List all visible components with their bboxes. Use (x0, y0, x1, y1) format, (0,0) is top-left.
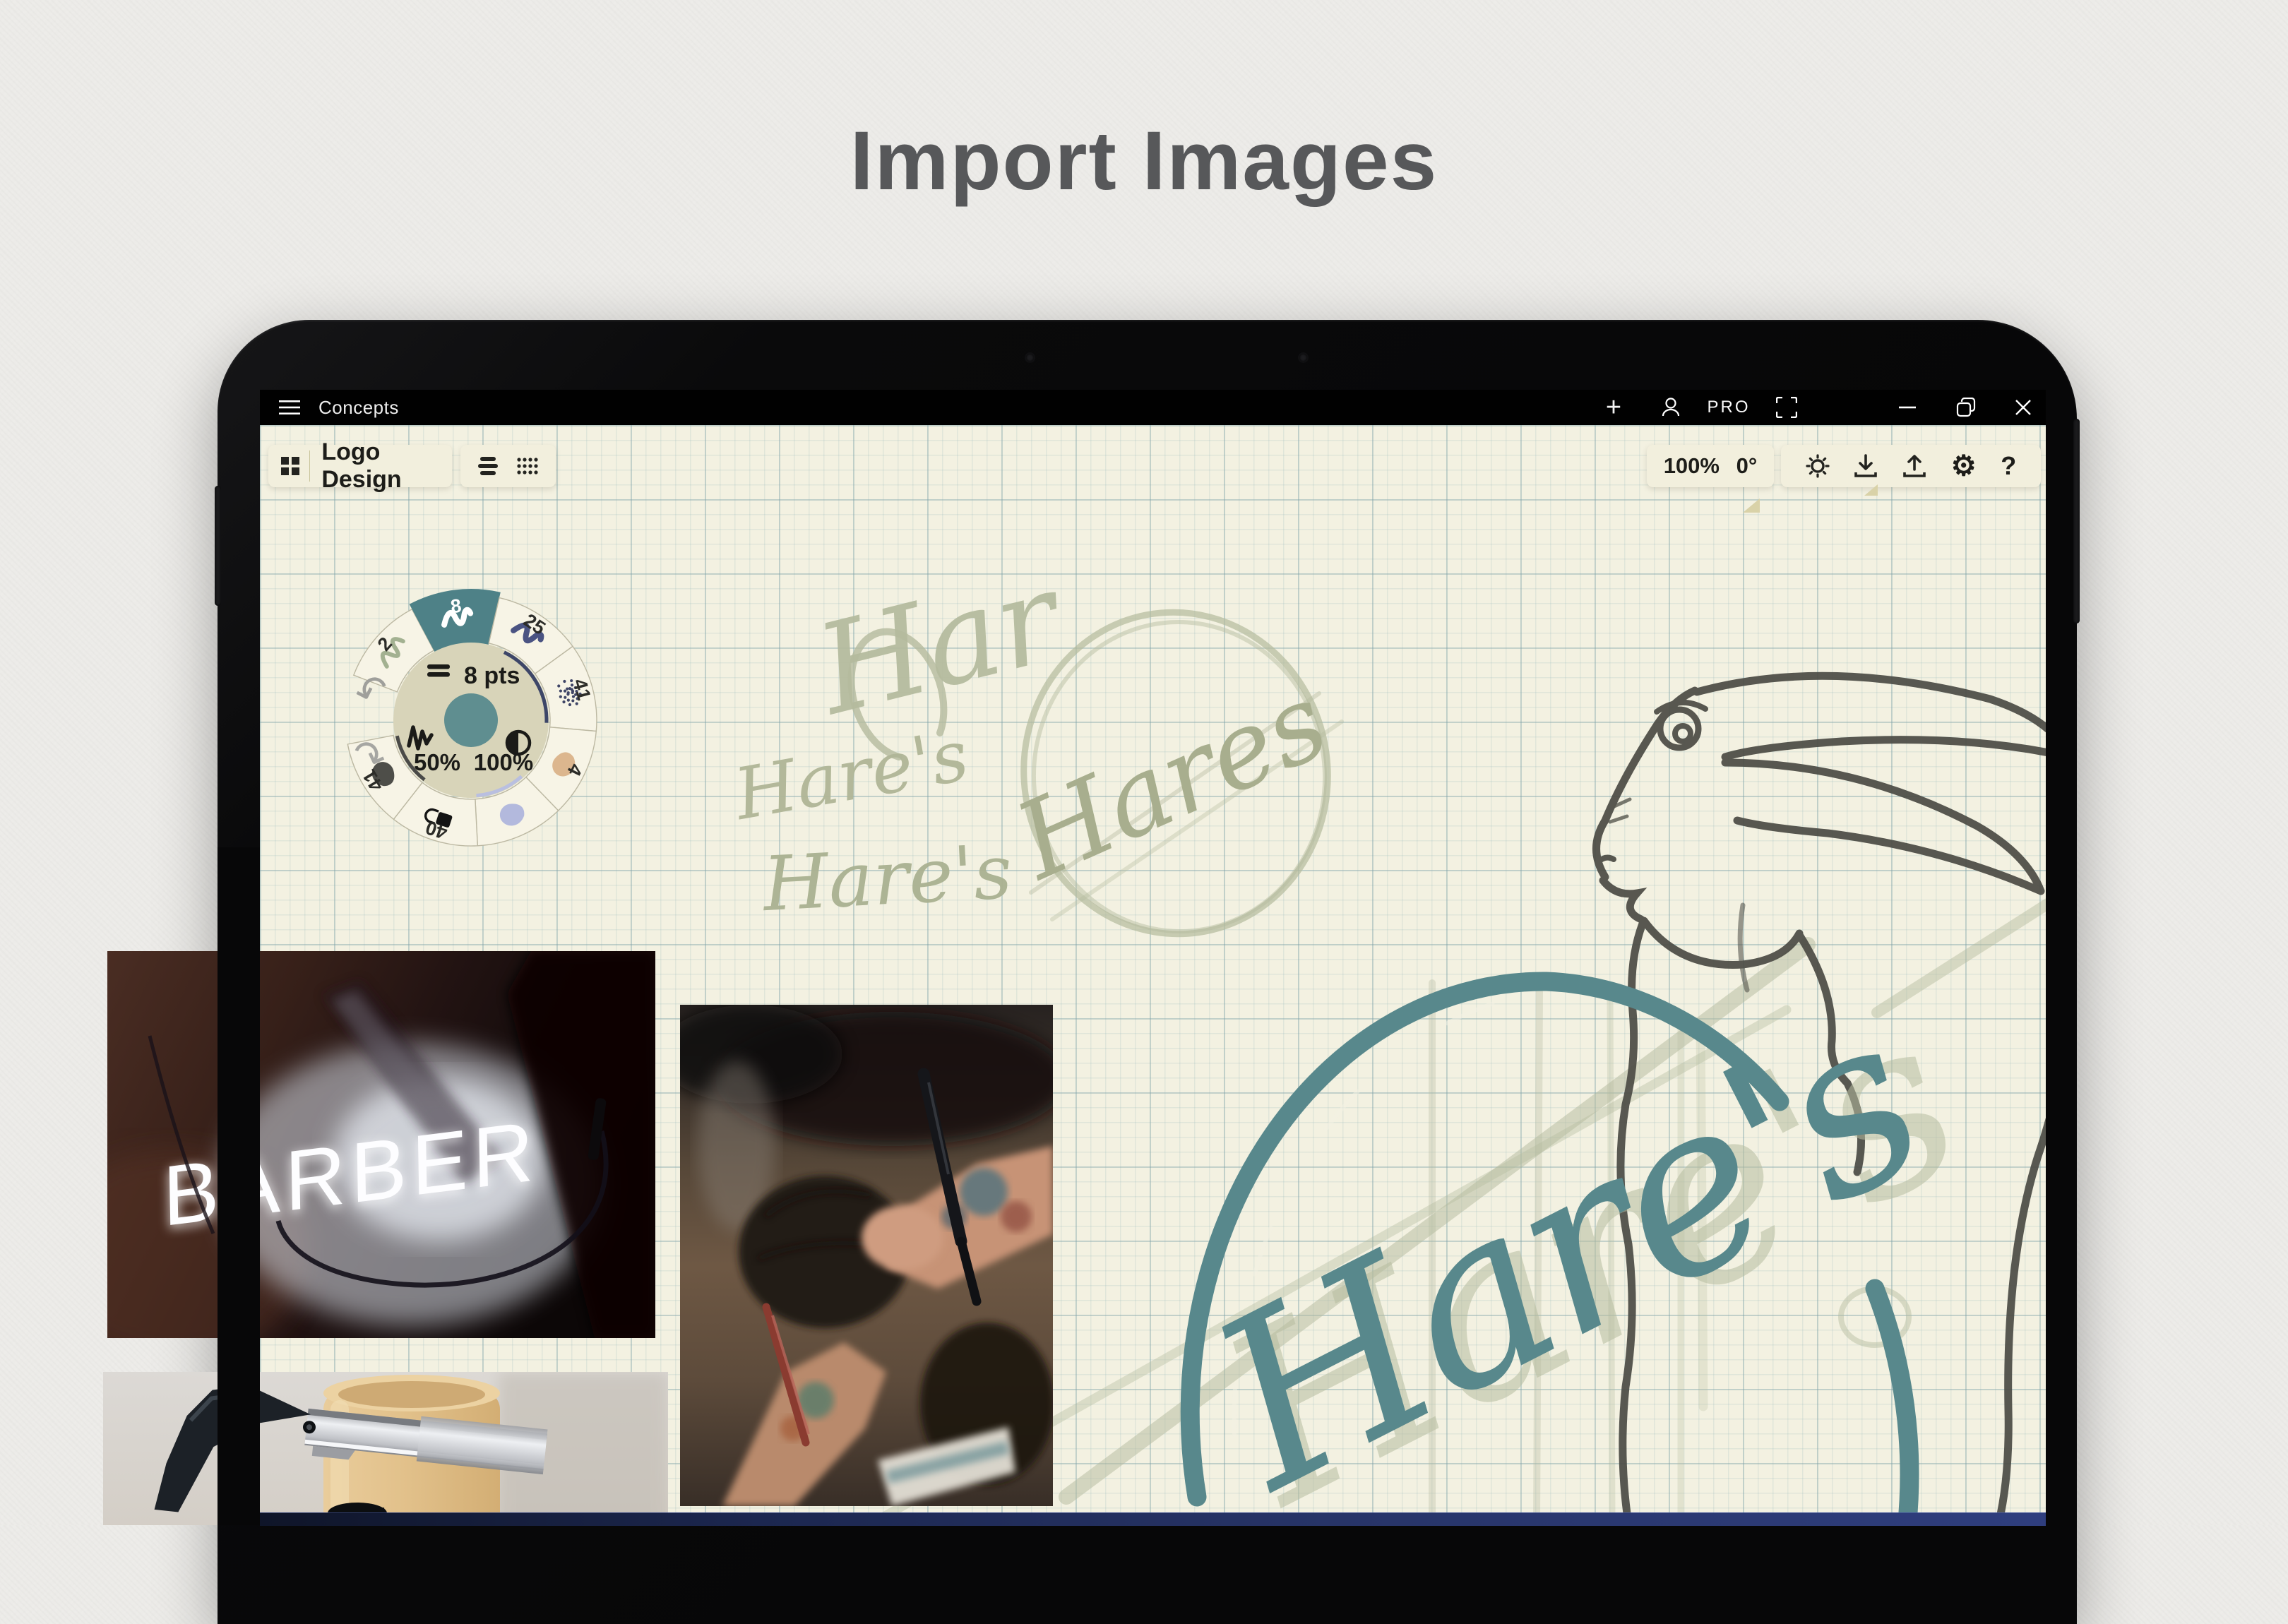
close-button[interactable] (2011, 390, 2035, 425)
hamburger-icon (279, 400, 300, 415)
slot-glyph-dot (566, 688, 568, 691)
precision-grid-button[interactable] (516, 457, 539, 475)
layers-button[interactable] (477, 456, 499, 476)
sun-icon (1806, 454, 1830, 478)
imported-photo-barber-cutting[interactable] (680, 1005, 1053, 1506)
zoom-chip: 100% 0° (1647, 445, 1774, 487)
slot-glyph-dot (568, 703, 571, 706)
account-button[interactable] (1658, 390, 1684, 425)
wheel-center-knob[interactable] (444, 693, 498, 747)
slot-glyph-dot (564, 689, 566, 692)
brush-tool-wheel[interactable]: 28254144041 8 pts 50% 100% ↶ ↷ (309, 558, 633, 883)
restore-icon (1956, 398, 1976, 417)
tablet-camera-dot (1026, 354, 1034, 362)
new-drawing-button[interactable]: + (1601, 390, 1626, 425)
tablet-side-button (215, 486, 221, 606)
imported-photo-razor-cup[interactable] (103, 1372, 668, 1525)
tablet-camera-dot (1299, 354, 1307, 362)
dot-grid-icon (516, 457, 539, 475)
zoom-value[interactable]: 100% (1664, 453, 1720, 479)
tablet-left-bezel (218, 847, 260, 1525)
slot-glyph-dot (567, 699, 570, 702)
pressure-value[interactable]: 50% (414, 749, 460, 775)
stroke-menu-icon[interactable] (427, 664, 450, 669)
slot-glyph-dot (564, 696, 566, 699)
fullscreen-icon (1776, 397, 1797, 418)
slot-glyph-dot (557, 684, 560, 687)
close-icon (2015, 399, 2032, 416)
hamburger-menu-button[interactable] (278, 390, 302, 425)
sketch-hares-circle-word: Hares (998, 659, 1345, 904)
imported-photo-barber-sign[interactable]: BARBER BARBER (107, 951, 655, 1338)
slot-glyph-dot (559, 695, 562, 698)
opacity-value[interactable]: 100% (474, 749, 533, 775)
pro-badge[interactable]: PRO (1705, 390, 1753, 425)
long-press-corner-fold (1743, 498, 1760, 513)
minimize-icon (1899, 406, 1916, 409)
project-chip[interactable]: Logo Design (268, 445, 452, 487)
upload-icon (1902, 454, 1926, 478)
export-button[interactable] (1902, 454, 1926, 478)
utility-chip: ⚙ ? (1781, 445, 2041, 487)
promo-page: { "page": { "title": "Import Images", "t… (0, 0, 2288, 1525)
display-settings-button[interactable] (1806, 454, 1830, 478)
slot-glyph-dot (562, 700, 565, 703)
person-icon (1661, 397, 1681, 418)
stroke-menu-icon[interactable] (427, 672, 450, 677)
logo-word: Hare's (1172, 963, 1958, 1525)
slot-glyph-dot (563, 680, 566, 683)
slot-glyph-dot (566, 693, 569, 695)
stroke-size-value[interactable]: 8 pts (464, 662, 520, 689)
minimize-button[interactable] (1895, 390, 1919, 425)
app-title: Concepts (318, 390, 399, 425)
sketch-hares-print[interactable]: Hare's (760, 828, 1015, 928)
windows-taskbar-strip (260, 1512, 2046, 1526)
download-icon (1854, 454, 1878, 478)
gallery-grid-icon[interactable] (281, 457, 299, 475)
help-button[interactable]: ? (2001, 451, 2016, 481)
slot-glyph-dot (576, 702, 578, 705)
page-title: Import Images (0, 113, 2288, 209)
slot-glyph-dot (559, 689, 562, 692)
tablet-side-button (2073, 419, 2080, 623)
long-press-corner-fold (1864, 484, 1878, 496)
project-name: Logo Design (321, 438, 452, 494)
rotation-value[interactable]: 0° (1736, 453, 1758, 479)
restore-button[interactable] (1954, 390, 1978, 425)
window-titlebar: Concepts + PRO (260, 390, 2046, 425)
teal-logo[interactable]: Hare's Hare's (1172, 962, 1999, 1525)
fullscreen-button[interactable] (1774, 390, 1799, 425)
layers-icon (477, 456, 499, 476)
import-button[interactable] (1854, 454, 1878, 478)
settings-button[interactable]: ⚙ (1951, 450, 1977, 482)
chip-divider (309, 450, 310, 482)
view-chip (460, 445, 556, 487)
